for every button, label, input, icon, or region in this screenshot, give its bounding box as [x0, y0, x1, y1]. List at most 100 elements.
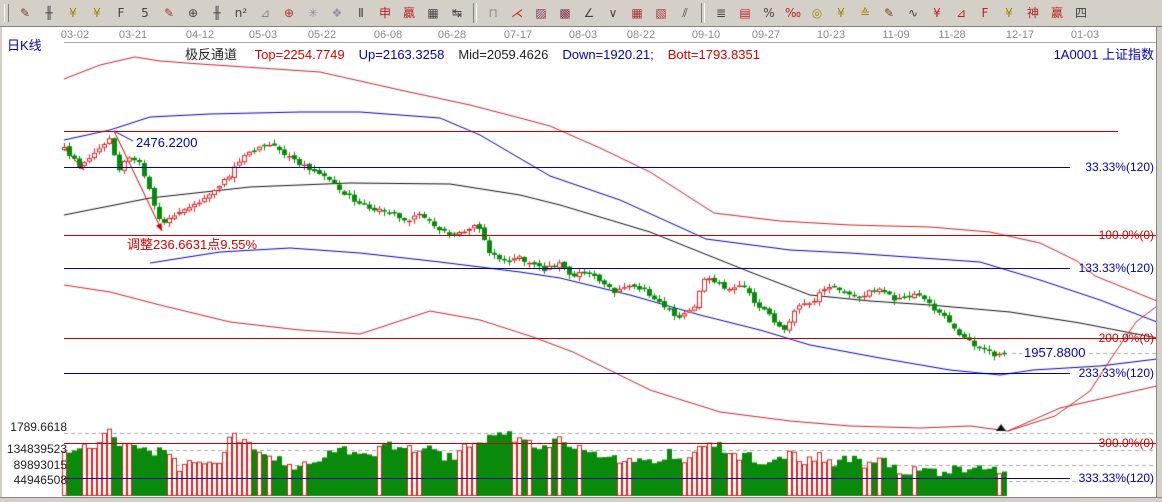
indicator-value: Bott=1793.8351 — [668, 47, 760, 62]
indicator-value: Top=2254.7749 — [255, 47, 345, 62]
ray-fan-icon[interactable]: ⋌ — [505, 2, 529, 25]
volume-scale-label: 44946508 — [5, 473, 67, 487]
adjustment-annotation: 调整236.6631点9.55% — [127, 234, 257, 253]
level-line — [64, 268, 1070, 269]
level-line — [64, 235, 1157, 236]
date-axis-label: 03-02 — [61, 29, 89, 41]
level-line — [64, 373, 1070, 374]
grid-lines-icon[interactable]: ╫ — [37, 2, 61, 25]
pen-grid-icon[interactable]: ✎ — [157, 2, 181, 25]
date-axis-label: 04-12 — [186, 29, 214, 41]
window-frame-left — [0, 27, 2, 502]
toolbar-separator — [473, 3, 477, 23]
level-label: 300.0%(0) — [1099, 436, 1154, 450]
five-grid-icon[interactable]: 5 — [133, 2, 157, 25]
four-angle-icon[interactable]: 四 — [1069, 2, 1093, 25]
win-angle-icon[interactable]: 赢 — [1045, 2, 1069, 25]
f-angle-icon[interactable]: F — [973, 2, 997, 25]
level-line — [64, 478, 1070, 479]
volume-scale-label: 1789.6618 — [5, 420, 67, 434]
toolbar: ✎╫¥¥F5✎⊕╫n²⊿⊕✳❖Ⅱ申贏▦↹⊓⋌▨▩∠∨▦▧⫽≣▤%‰◎¥≙✎∿¥⊿… — [0, 0, 1162, 27]
date-axis-label: 01-03 — [1071, 29, 1099, 41]
level-line — [64, 443, 1157, 444]
peak-price-annotation: 2476.2200 — [136, 135, 197, 150]
grid-arrow-icon[interactable]: ▧ — [649, 2, 673, 25]
date-axis-label: 10-23 — [817, 29, 845, 41]
gold-channel-b-icon[interactable]: ¥ — [85, 2, 109, 25]
pen-mark-icon[interactable]: ✎ — [877, 2, 901, 25]
app-window: ✎╫¥¥F5✎⊕╫n²⊿⊕✳❖Ⅱ申贏▦↹⊓⋌▨▩∠∨▦▧⫽≣▤%‰◎¥≙✎∿¥⊿… — [0, 0, 1162, 502]
zigzag-icon[interactable]: ∨ — [601, 2, 625, 25]
ruler-grid-icon[interactable]: ▦ — [421, 2, 445, 25]
shen-tool-icon[interactable]: 申 — [373, 2, 397, 25]
level-label: 200.0%(0) — [1099, 331, 1154, 345]
level-label: 100.0%(0) — [1099, 228, 1154, 242]
last-price-annotation: 1957.8800 — [1022, 345, 1087, 360]
chart-panel: 日K线 极反通道 Top=2254.7749Up=2163.3258Mid=20… — [0, 27, 1162, 502]
symbol-label: 1A0001 上证指数 — [1054, 44, 1154, 63]
circle-grid-icon[interactable]: ⊕ — [181, 2, 205, 25]
date-axis-label: 08-22 — [627, 29, 655, 41]
width-measure-icon[interactable]: ↹ — [445, 2, 469, 25]
level-line — [64, 131, 1118, 132]
star-box-icon[interactable]: ❖ — [325, 2, 349, 25]
gold-bars-icon[interactable]: ≙ — [853, 2, 877, 25]
date-axis-label: 11-28 — [938, 29, 965, 41]
toolbar-grip[interactable] — [4, 4, 9, 22]
angle-lines-icon[interactable]: ∠ — [577, 2, 601, 25]
period-label: 日K线 — [7, 35, 42, 54]
target-icon[interactable]: ⊕ — [277, 2, 301, 25]
level-label: 33.33%(120) — [1085, 160, 1154, 174]
percent-line-icon[interactable]: ‰ — [781, 2, 805, 25]
n2-grid-icon[interactable]: n² — [229, 2, 253, 25]
window-frame-right — [1156, 27, 1162, 502]
volume-scale-label: 134839523 — [5, 442, 67, 456]
gold-underline-icon[interactable]: ¥ — [925, 2, 949, 25]
indicator-row: 极反通道 Top=2254.7749Up=2163.3258Mid=2059.4… — [185, 44, 774, 63]
gold-line-icon[interactable]: ¥ — [829, 2, 853, 25]
volume-scale-label: 89893015 — [5, 458, 67, 472]
pause-mark-icon[interactable]: Ⅱ — [349, 2, 373, 25]
gann-box-icon[interactable]: ▨ — [529, 2, 553, 25]
brush-tool-icon[interactable]: ✎ — [13, 2, 37, 25]
gold-circle-icon[interactable]: ◎ — [805, 2, 829, 25]
date-axis-label: 09-27 — [752, 29, 780, 41]
date-axis-line — [64, 42, 1157, 43]
gann-fan-box-icon[interactable]: ▩ — [553, 2, 577, 25]
level-label: 233.33%(120) — [1079, 366, 1154, 380]
candlestick-chart-canvas[interactable] — [0, 27, 1162, 502]
date-axis-label: 11-09 — [882, 29, 909, 41]
hash-icon[interactable]: ╫ — [205, 2, 229, 25]
toolbar-separator — [701, 3, 705, 23]
flag-icon[interactable]: ⊿ — [253, 2, 277, 25]
indicator-name: 极反通道 — [185, 47, 237, 62]
date-axis-label: 08-03 — [569, 29, 597, 41]
f-grid-icon[interactable]: F — [109, 2, 133, 25]
ruler-icon[interactable]: ≣ — [709, 2, 733, 25]
level-line — [64, 338, 1157, 339]
gold-channel-a-icon[interactable]: ¥ — [61, 2, 85, 25]
date-axis-label: 06-08 — [374, 29, 402, 41]
date-axis-label: 03-21 — [119, 29, 147, 41]
date-axis-label: 06-28 — [438, 29, 466, 41]
date-axis-label: 12-17 — [1006, 29, 1034, 41]
wave-a-icon[interactable]: ∿ — [901, 2, 925, 25]
percent-icon[interactable]: % — [757, 2, 781, 25]
box-anchor-icon[interactable]: ⊓ — [481, 2, 505, 25]
date-axis-label: 09-10 — [692, 29, 720, 41]
percent-grid-icon[interactable]: ▤ — [733, 2, 757, 25]
gold-angle-icon[interactable]: ¥ — [997, 2, 1021, 25]
level-line — [64, 167, 1070, 168]
date-axis-label: 05-03 — [249, 29, 277, 41]
star-icon[interactable]: ✳ — [301, 2, 325, 25]
grid-red-icon[interactable]: ▦ — [625, 2, 649, 25]
j-angle-icon[interactable]: ⊿ — [949, 2, 973, 25]
parallel-lines-icon[interactable]: ⫽ — [673, 2, 697, 25]
shen-angle-icon[interactable]: 神 — [1021, 2, 1045, 25]
level-label: 133.33%(120) — [1079, 261, 1154, 275]
date-axis-label: 07-17 — [504, 29, 532, 41]
indicator-value: Down=1920.21; — [562, 47, 653, 62]
indicator-value: Mid=2059.4626 — [458, 47, 548, 62]
win-tool-icon[interactable]: 贏 — [397, 2, 421, 25]
window-frame-bottom — [0, 497, 1162, 502]
